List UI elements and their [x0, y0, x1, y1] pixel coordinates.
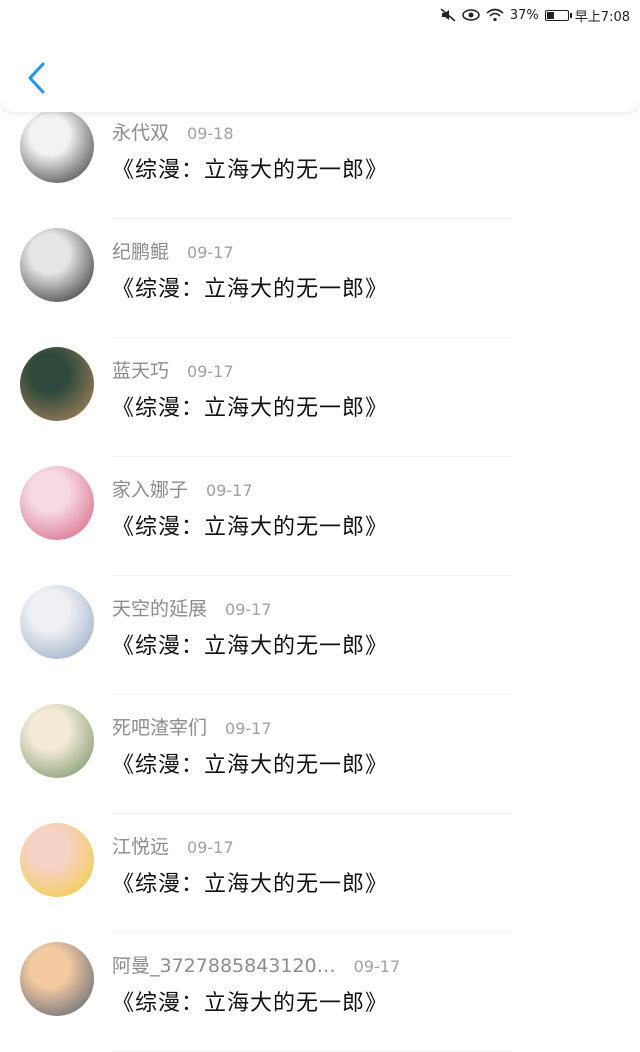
user-name[interactable]: 死吧渣宰们 — [112, 717, 207, 739]
book-title[interactable]: 《综漫：立海大的无一郎》 — [112, 390, 388, 422]
user-meta: 天空的延展 09-17 — [112, 594, 272, 621]
user-meta: 家入娜子 09-17 — [112, 475, 253, 502]
comment-list: 永代双 09-18 《综漫：立海大的无一郎》 纪鹏鲲 09-17 《综漫：立海大的无… — [0, 100, 640, 1052]
user-meta: 阿曼_3727885843120… 09-17 — [112, 951, 400, 978]
avatar[interactable] — [20, 942, 94, 1016]
comment-date: 09-17 — [187, 243, 234, 262]
avatar[interactable] — [20, 704, 94, 778]
comment-date: 09-17 — [206, 481, 253, 500]
avatar[interactable] — [20, 228, 94, 302]
list-item[interactable]: 天空的延展 09-17 《综漫：立海大的无一郎》 — [0, 576, 640, 695]
user-meta: 江悦远 09-17 — [112, 832, 234, 859]
comment-date: 09-17 — [187, 838, 234, 857]
book-title[interactable]: 《综漫：立海大的无一郎》 — [112, 509, 388, 541]
user-name[interactable]: 永代双 — [112, 122, 169, 144]
list-item[interactable]: 死吧渣宰们 09-17 《综漫：立海大的无一郎》 — [0, 695, 640, 814]
avatar[interactable] — [20, 347, 94, 421]
battery-percent: 37% — [509, 7, 539, 23]
user-meta: 蓝天巧 09-17 — [112, 356, 234, 383]
book-title[interactable]: 《综漫：立海大的无一郎》 — [112, 152, 388, 184]
list-item[interactable]: 家入娜子 09-17 《综漫：立海大的无一郎》 — [0, 457, 640, 576]
list-item[interactable]: 永代双 09-18 《综漫：立海大的无一郎》 — [0, 100, 640, 219]
list-item[interactable]: 江悦远 09-17 《综漫：立海大的无一郎》 — [0, 814, 640, 933]
eye-icon — [462, 9, 480, 21]
avatar[interactable] — [20, 466, 94, 540]
list-item[interactable]: 纪鹏鲲 09-17 《综漫：立海大的无一郎》 — [0, 219, 640, 338]
mute-icon — [440, 8, 456, 22]
book-title[interactable]: 《综漫：立海大的无一郎》 — [112, 747, 388, 779]
list-item[interactable]: 蓝天巧 09-17 《综漫：立海大的无一郎》 — [0, 338, 640, 457]
book-title[interactable]: 《综漫：立海大的无一郎》 — [112, 985, 388, 1017]
user-name[interactable]: 天空的延展 — [112, 598, 207, 620]
comment-date: 09-18 — [187, 124, 234, 143]
user-meta: 纪鹏鲲 09-17 — [112, 237, 234, 264]
battery-icon — [544, 9, 572, 21]
status-time: 早上7:08 — [574, 9, 630, 25]
user-name[interactable]: 江悦远 — [112, 836, 169, 858]
book-title[interactable]: 《综漫：立海大的无一郎》 — [112, 866, 388, 898]
comment-date: 09-17 — [353, 957, 401, 976]
wifi-icon — [486, 8, 504, 22]
book-title[interactable]: 《综漫：立海大的无一郎》 — [112, 271, 388, 303]
user-name[interactable]: 蓝天巧 — [112, 360, 169, 382]
comment-date: 09-17 — [225, 600, 272, 619]
avatar[interactable] — [20, 109, 94, 183]
user-meta: 死吧渣宰们 09-17 — [112, 713, 272, 740]
comment-date: 09-17 — [187, 362, 234, 381]
user-name[interactable]: 阿曼_3727885843120… — [112, 955, 336, 977]
avatar[interactable] — [20, 585, 94, 659]
app-header: 37% 早上7:08 — [0, 0, 640, 112]
user-name[interactable]: 纪鹏鲲 — [112, 241, 169, 263]
comment-date: 09-17 — [225, 719, 272, 738]
back-button[interactable] — [18, 58, 54, 98]
user-meta: 永代双 09-18 — [112, 118, 234, 145]
chevron-left-icon — [28, 62, 45, 94]
status-bar: 37% 早上7:08 — [0, 0, 640, 30]
avatar[interactable] — [20, 823, 94, 897]
book-title[interactable]: 《综漫：立海大的无一郎》 — [112, 628, 388, 660]
list-item[interactable]: 阿曼_3727885843120… 09-17 《综漫：立海大的无一郎》 — [0, 933, 640, 1052]
user-name[interactable]: 家入娜子 — [112, 479, 188, 501]
